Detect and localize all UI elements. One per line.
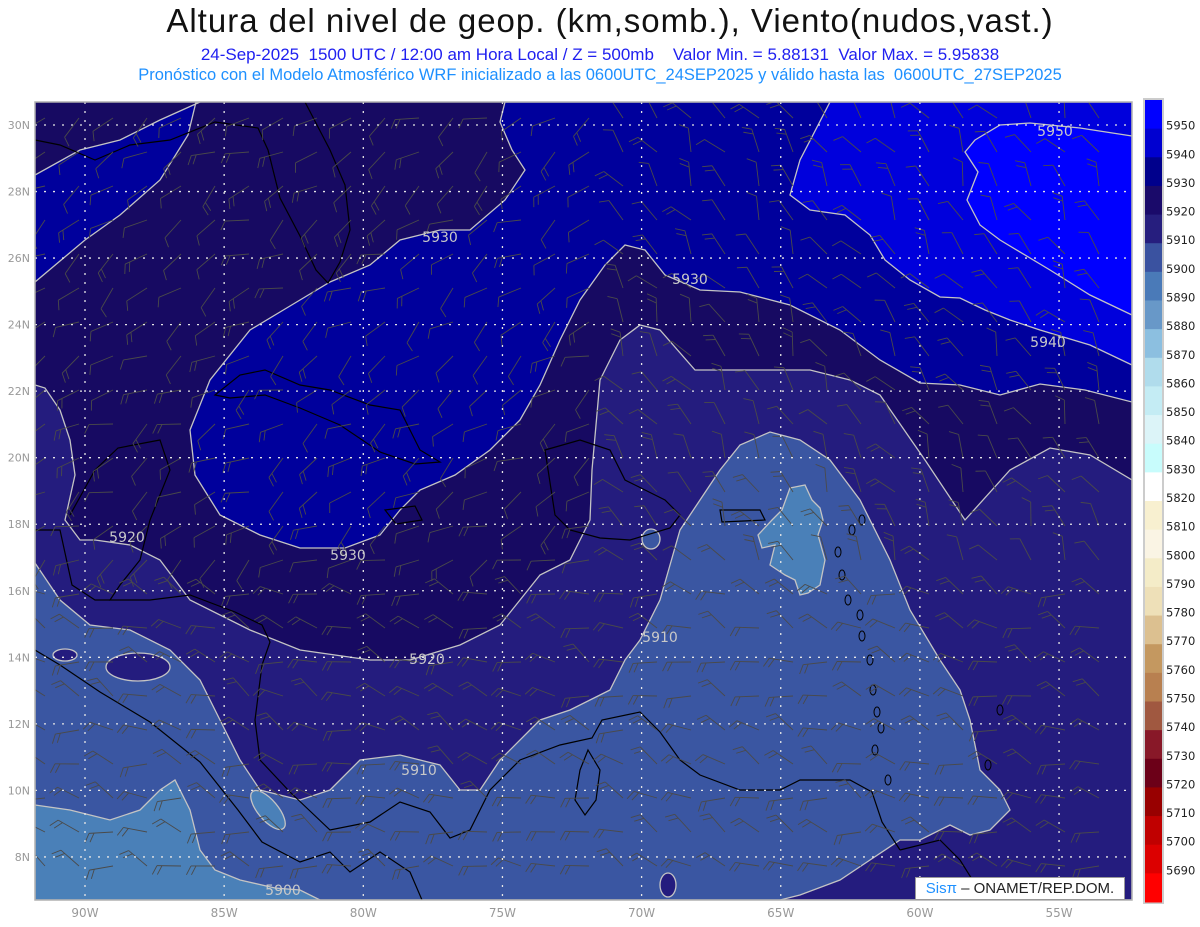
contour-label: 5910 [642,630,678,646]
contour-label: 5920 [409,652,445,668]
lon-tick-label: 80W [350,906,377,920]
lon-tick-label: 90W [71,906,98,920]
colorbar-label: 5890 [1166,291,1195,305]
lon-tick-label: 55W [1045,906,1072,920]
colorbar-swatch [1145,529,1162,559]
colorbar-swatch [1145,615,1162,645]
colorbar-label: 5790 [1166,577,1195,591]
lat-tick-label: 30N [8,119,30,132]
colorbar-label: 5710 [1166,806,1195,820]
colorbar-swatch [1145,329,1162,359]
contour-label: 5900 [265,883,301,899]
colorbar-label: 5830 [1166,462,1195,476]
colorbar-swatch [1145,730,1162,760]
lon-tick-label: 75W [489,906,516,920]
colorbar-swatch [1145,300,1162,330]
colorbar-swatch [1145,243,1162,273]
lat-tick-label: 12N [8,718,30,731]
lat-tick-label: 20N [8,452,30,465]
colorbar-label: 5840 [1166,434,1195,448]
colorbar-label: 5770 [1166,634,1195,648]
colorbar-swatch [1145,501,1162,531]
contour-label: 5910 [401,763,437,779]
lat-tick-label: 22N [8,385,30,398]
lat-tick-label: 14N [8,651,30,664]
colorbar-swatch [1145,271,1162,301]
colorbar-swatch [1145,100,1162,130]
lat-tick-label: 16N [8,585,30,598]
colorbar-label: 5690 [1166,863,1195,877]
map-fills: 5930 5930 5950 5940 5920 5930 5910 5920 5910 5900 [35,102,1132,900]
lat-tick-label: 28N [8,186,30,199]
colorbar-label: 5780 [1166,606,1195,620]
colorbar-swatch [1145,873,1162,903]
contour-label: 5930 [422,230,458,246]
colorbar-label: 5940 [1166,147,1195,161]
colorbar-swatch [1145,157,1162,187]
lat-tick-label: 24N [8,319,30,332]
colorbar-label: 5850 [1166,405,1195,419]
lat-tick-label: 26N [8,252,30,265]
credit-logo: Sisπ – ONAMET/REP.DOM. [915,877,1125,900]
colorbar-label: 5760 [1166,663,1195,677]
chart-title: Altura del nivel de geop. (km,somb.), Vi… [166,2,1054,39]
colorbar-label: 5860 [1166,376,1195,390]
contour-label: 5950 [1037,124,1073,140]
lat-tick-label: 10N [8,784,30,797]
band-5910-5920-island [659,872,677,898]
contour-label: 5930 [672,272,708,288]
colorbar-swatch [1145,758,1162,788]
geopotential-map: 5930 5930 5950 5940 5920 5930 5910 5920 5910 5900… [8,98,1195,920]
colorbar-label: 5740 [1166,720,1195,734]
colorbar-label: 5800 [1166,548,1195,562]
colorbar-label: 5950 [1166,119,1195,133]
colorbar-swatch [1145,586,1162,617]
colorbar-swatch [1145,644,1162,674]
colorbar-label: 5910 [1166,233,1195,247]
colorbar-label: 5870 [1166,348,1195,362]
colorbar-swatch [1145,214,1162,244]
colorbar-label: 5880 [1166,319,1195,333]
colorbar-label: 5920 [1166,205,1195,219]
lat-tick-label: 8N [15,851,30,864]
colorbar-swatch [1145,443,1162,473]
colorbar-swatch [1145,558,1162,588]
colorbar-swatch [1145,386,1162,416]
model-info-line: Pronóstico con el Modelo Atmosférico WRF… [138,66,1062,84]
lon-tick-label: 65W [767,906,794,920]
colorbar-swatch [1145,844,1162,874]
colorbar-label: 5700 [1166,835,1195,849]
colorbar-swatch [1145,128,1162,158]
band-5910-5920-island [52,648,78,662]
colorbar-label: 5750 [1166,692,1195,706]
colorbar-label: 5730 [1166,749,1195,763]
colorbar-label: 5820 [1166,491,1195,505]
colorbar-swatch [1145,415,1162,445]
lon-tick-label: 85W [211,906,238,920]
colorbar-swatch [1145,787,1162,817]
valid-time-subtitle: 24-Sep-2025 1500 UTC / 12:00 am Hora Loc… [200,45,1000,64]
colorbar-label: 5810 [1166,520,1195,534]
lon-tick-label: 70W [628,906,655,920]
sispi-brand: Sisπ [925,880,957,897]
colorbar-swatch [1145,472,1162,502]
colorbar-swatch [1145,185,1162,216]
colorbar-swatch [1145,701,1162,731]
lon-tick-label: 60W [906,906,933,920]
colorbar: 5950 5940 5930 5920 5910 5900 5890 5880 5870 5860… [1143,98,1195,904]
lat-tick-label: 18N [8,518,30,531]
colorbar-swatch [1145,357,1162,387]
colorbar-label: 5900 [1166,262,1195,276]
colorbar-swatch [1145,672,1162,702]
colorbar-swatch [1145,816,1162,846]
colorbar-label: 5720 [1166,777,1195,791]
band-5910-5920-island [105,652,171,682]
contour-label: 5940 [1030,335,1066,351]
contour-label: 5930 [330,548,366,564]
credit-text: – ONAMET/REP.DOM. [956,880,1115,897]
colorbar-label: 5930 [1166,176,1195,190]
contour-label: 5920 [109,530,145,546]
